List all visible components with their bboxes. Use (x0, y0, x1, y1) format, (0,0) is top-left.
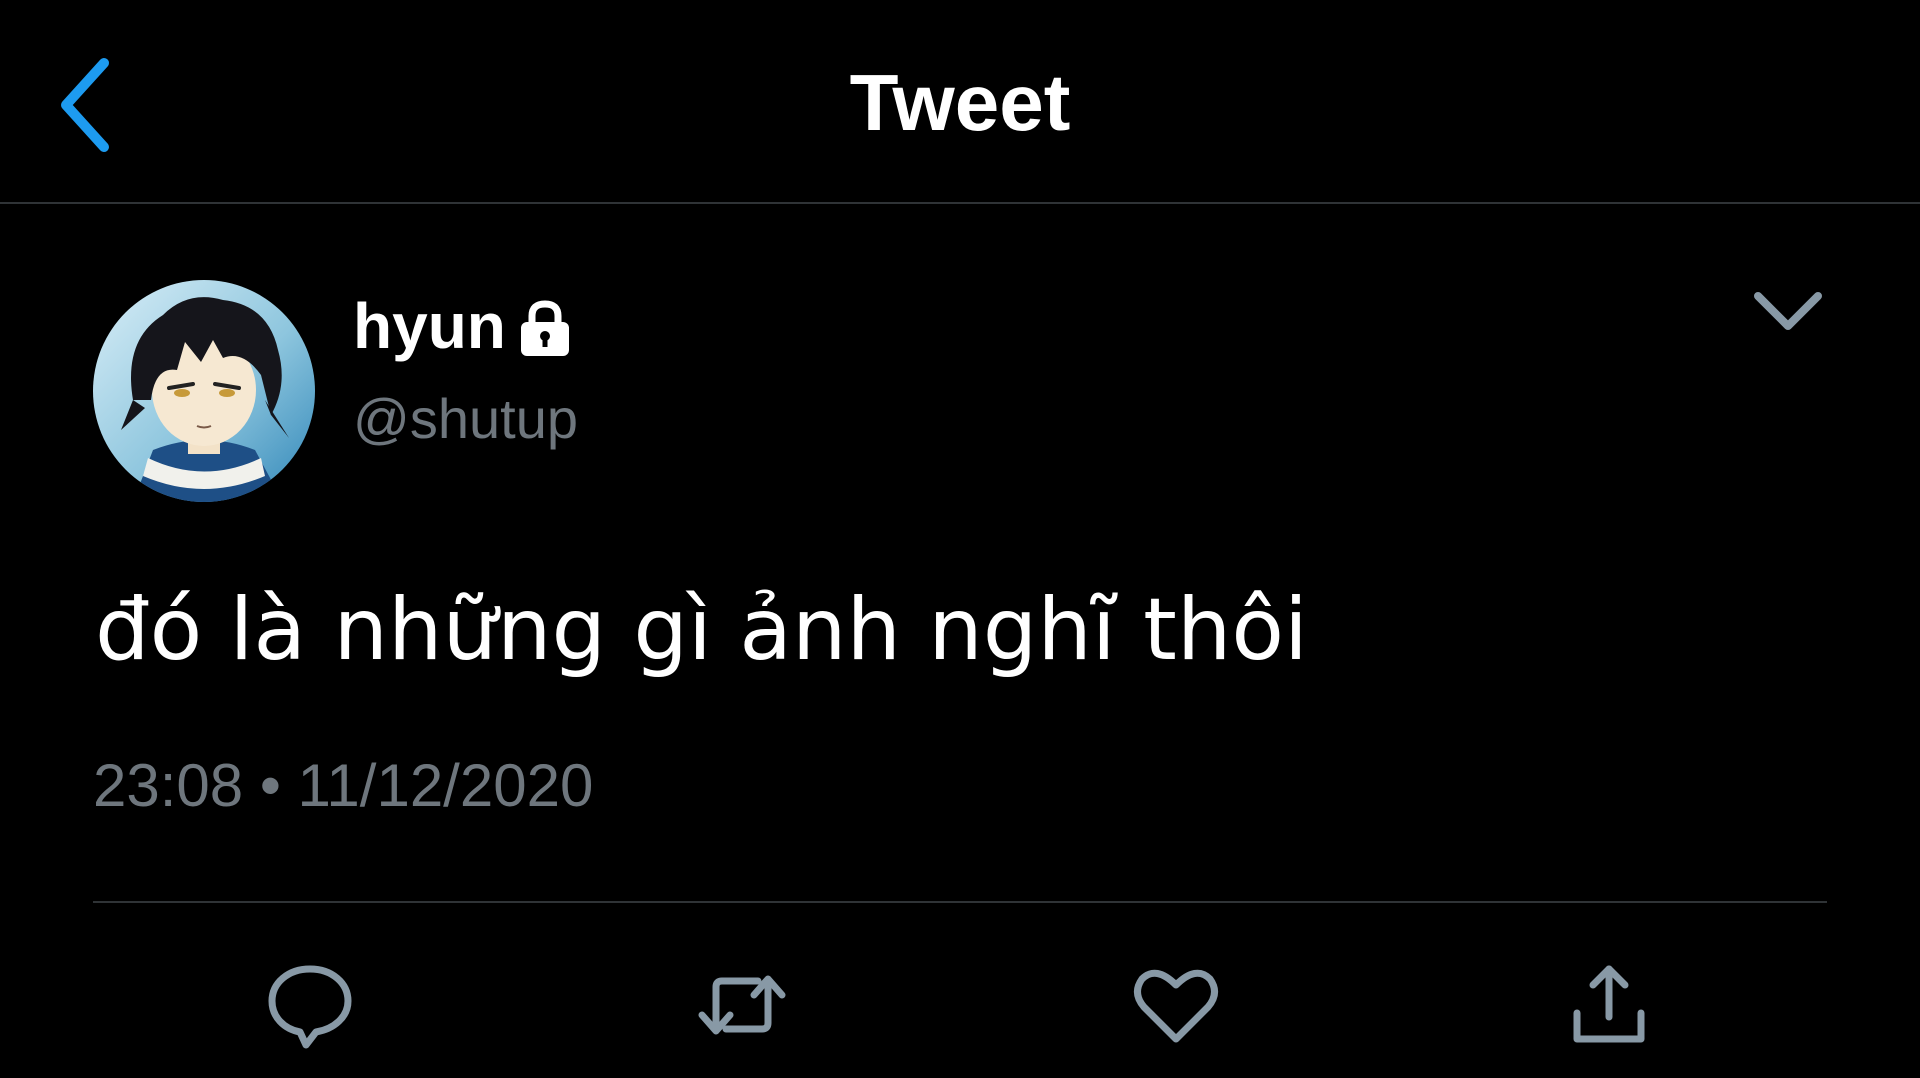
retweet-icon (698, 975, 786, 1035)
heart-icon (1134, 969, 1218, 1043)
retweet-button[interactable] (692, 955, 792, 1055)
action-bar (0, 955, 1920, 1055)
chevron-down-icon (1754, 292, 1822, 330)
avatar[interactable] (93, 280, 315, 502)
top-bar: Tweet (0, 0, 1920, 204)
tweet-menu-button[interactable] (1750, 282, 1826, 342)
lock-icon (516, 298, 574, 358)
reply-button[interactable] (260, 955, 360, 1055)
author-name-row[interactable]: hyun (353, 288, 574, 364)
display-name[interactable]: hyun (353, 288, 506, 364)
avatar-image (93, 280, 315, 502)
author-handle[interactable]: @shutup (353, 386, 578, 452)
tweet-text: đó là những gì ảnh nghĩ thôi (95, 580, 1308, 680)
tweet-timestamp[interactable]: 23:08 • 11/12/2020 (93, 750, 593, 822)
share-icon (1573, 965, 1645, 1043)
share-button[interactable] (1559, 955, 1659, 1055)
reply-icon (268, 965, 352, 1049)
page-title: Tweet (849, 58, 1071, 147)
like-button[interactable] (1126, 955, 1226, 1055)
divider (93, 901, 1827, 903)
